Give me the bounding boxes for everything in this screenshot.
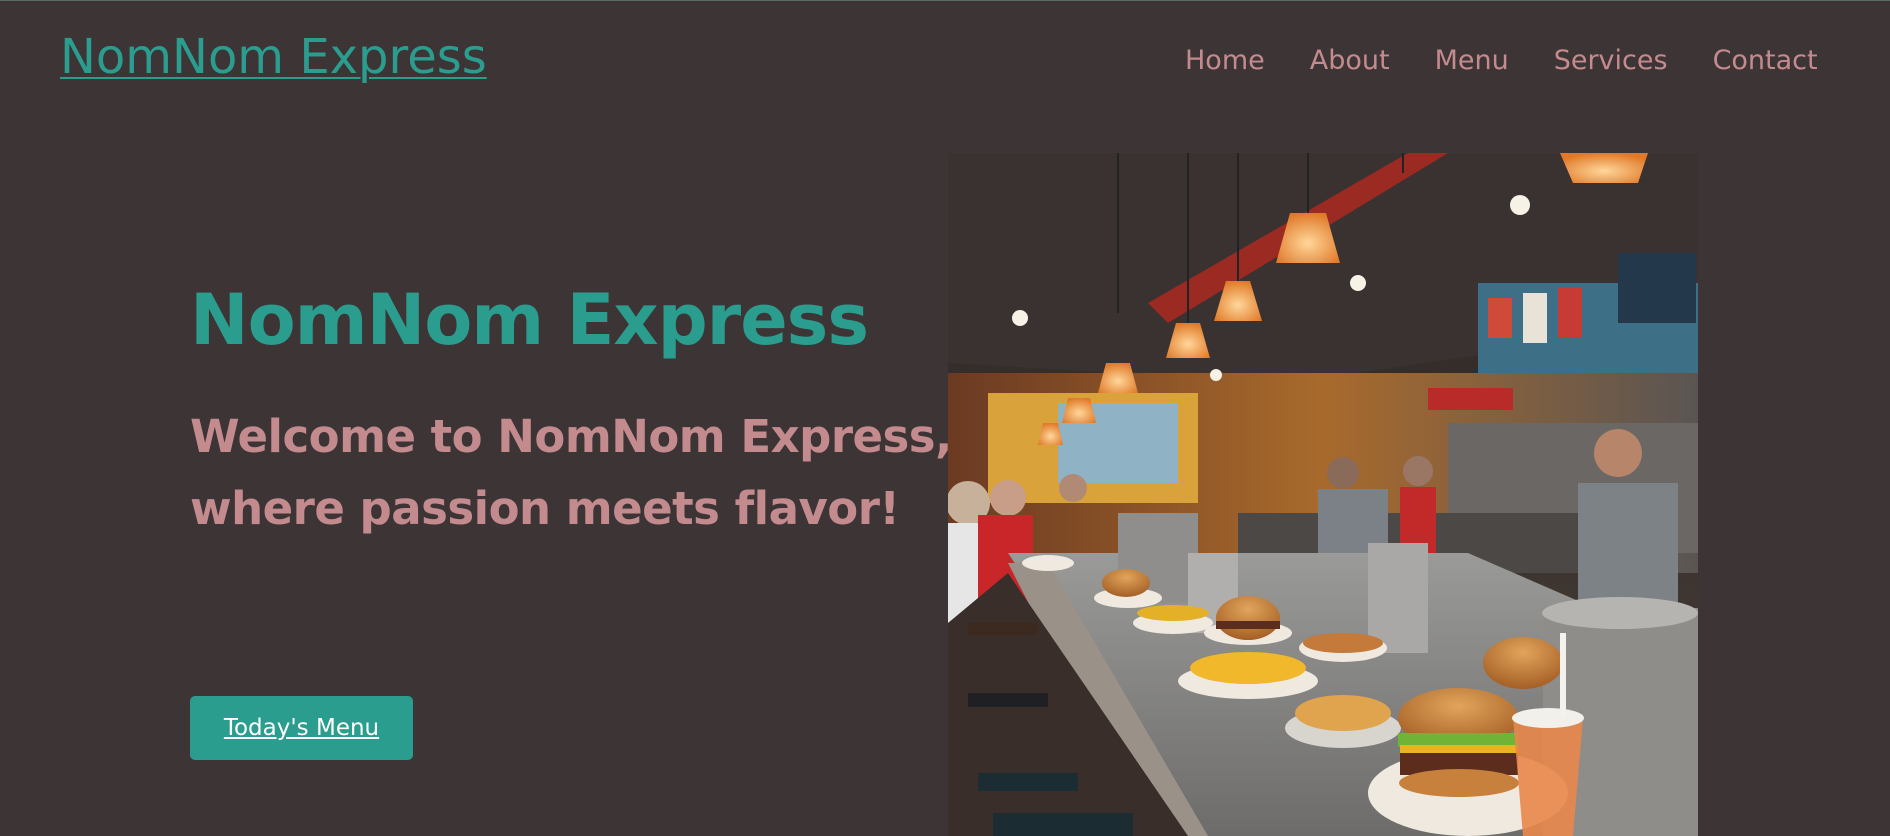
nav-menu[interactable]: Menu xyxy=(1435,45,1509,76)
nav-home[interactable]: Home xyxy=(1185,45,1265,76)
restaurant-counter-photo xyxy=(948,153,1698,836)
main-nav: Home About Menu Services Contact xyxy=(1185,45,1818,76)
todays-menu-button[interactable]: Today's Menu xyxy=(190,696,413,760)
hero-title: NomNom Express xyxy=(190,279,869,361)
hero-subtitle: Welcome to NomNom Express, where passion… xyxy=(190,410,952,535)
hero-image xyxy=(948,153,1698,836)
nav-services[interactable]: Services xyxy=(1554,45,1668,76)
nav-contact[interactable]: Contact xyxy=(1713,45,1818,76)
nav-about[interactable]: About xyxy=(1310,45,1390,76)
brand-logo-link[interactable]: NomNom Express xyxy=(60,29,487,85)
